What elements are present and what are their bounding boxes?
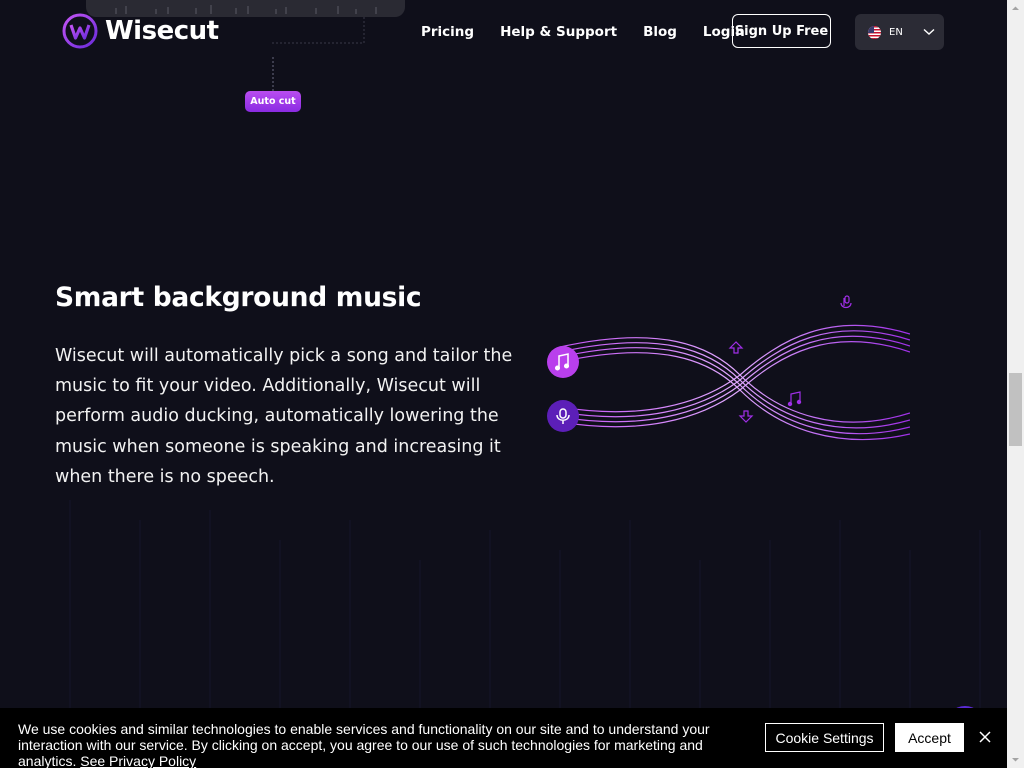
us-flag-icon (868, 25, 881, 39)
cookie-banner-text: We use cookies and similar technologies … (18, 721, 748, 768)
chevron-down-icon (923, 28, 935, 35)
vertical-scrollbar[interactable] (1007, 0, 1024, 768)
scroll-down-arrow-icon[interactable] (1007, 751, 1024, 768)
wisecut-logo-icon (62, 13, 98, 49)
logo[interactable]: Wisecut (62, 13, 219, 49)
language-selector[interactable]: EN (855, 14, 944, 50)
nav-help-support[interactable]: Help & Support (500, 24, 617, 40)
scrollbar-thumb[interactable] (1009, 373, 1022, 446)
audio-ducking-illustration (547, 295, 910, 441)
scroll-up-arrow-icon[interactable] (1007, 0, 1024, 17)
cookie-banner: We use cookies and similar technologies … (0, 708, 1007, 768)
logo-text: Wisecut (105, 16, 219, 46)
close-icon[interactable] (977, 729, 993, 745)
sign-up-button[interactable]: Sign Up Free (732, 14, 831, 48)
main-nav: Pricing Help & Support Blog Login (400, 14, 771, 50)
feature-title: Smart background music (55, 282, 422, 313)
cookie-settings-button[interactable]: Cookie Settings (765, 723, 884, 752)
waveform-connector (272, 17, 365, 91)
accept-cookies-button[interactable]: Accept (895, 723, 964, 752)
privacy-policy-link[interactable]: See Privacy Policy (80, 753, 196, 768)
language-code: EN (889, 26, 903, 38)
nav-pricing[interactable]: Pricing (421, 24, 474, 40)
nav-blog[interactable]: Blog (643, 24, 677, 40)
page: Auto cut Wisecut Pricing Help & Support … (0, 0, 1007, 768)
auto-cut-tag: Auto cut (245, 91, 301, 112)
feature-description: Wisecut will automatically pick a song a… (55, 346, 513, 487)
